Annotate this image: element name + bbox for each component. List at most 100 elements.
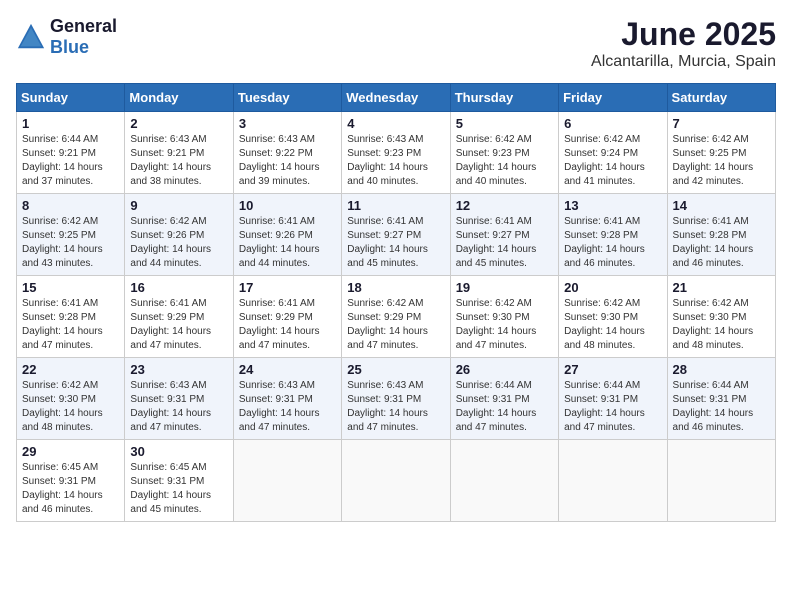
day-info: Sunrise: 6:42 AM Sunset: 9:30 PM Dayligh…: [564, 297, 661, 353]
day-number: 5: [456, 116, 553, 131]
day-number: 9: [130, 198, 227, 213]
day-info: Sunrise: 6:42 AM Sunset: 9:30 PM Dayligh…: [22, 379, 119, 435]
day-header-thursday: Thursday: [450, 84, 558, 112]
calendar-cell: 29 Sunrise: 6:45 AM Sunset: 9:31 PM Dayli…: [17, 440, 125, 522]
day-number: 12: [456, 198, 553, 213]
logo-combined: General Blue: [16, 16, 117, 58]
day-info: Sunrise: 6:41 AM Sunset: 9:28 PM Dayligh…: [564, 215, 661, 271]
day-number: 27: [564, 362, 661, 377]
calendar-cell: 26 Sunrise: 6:44 AM Sunset: 9:31 PM Dayli…: [450, 358, 558, 440]
day-info: Sunrise: 6:43 AM Sunset: 9:23 PM Dayligh…: [347, 133, 444, 189]
day-info: Sunrise: 6:42 AM Sunset: 9:23 PM Dayligh…: [456, 133, 553, 189]
logo: General Blue: [16, 16, 117, 58]
day-header-wednesday: Wednesday: [342, 84, 450, 112]
day-number: 7: [673, 116, 770, 131]
day-number: 29: [22, 444, 119, 459]
day-info: Sunrise: 6:41 AM Sunset: 9:28 PM Dayligh…: [22, 297, 119, 353]
day-number: 13: [564, 198, 661, 213]
day-info: Sunrise: 6:41 AM Sunset: 9:27 PM Dayligh…: [456, 215, 553, 271]
calendar-week-row: 8Sunrise: 6:42 AM Sunset: 9:25 PM Daylig…: [17, 194, 776, 276]
day-info: Sunrise: 6:42 AM Sunset: 9:24 PM Dayligh…: [564, 133, 661, 189]
calendar-cell: 10Sunrise: 6:41 AM Sunset: 9:26 PM Dayli…: [233, 194, 341, 276]
day-number: 4: [347, 116, 444, 131]
day-info: Sunrise: 6:44 AM Sunset: 9:31 PM Dayligh…: [456, 379, 553, 435]
day-number: 20: [564, 280, 661, 295]
calendar-cell: [559, 440, 667, 522]
calendar-cell: 23Sunrise: 6:43 AM Sunset: 9:31 PM Dayli…: [125, 358, 233, 440]
day-number: 18: [347, 280, 444, 295]
calendar-cell: 9 Sunrise: 6:42 AM Sunset: 9:26 PM Daylig…: [125, 194, 233, 276]
day-number: 30: [130, 444, 227, 459]
calendar-cell: 18 Sunrise: 6:42 AM Sunset: 9:29 PM Dayli…: [342, 276, 450, 358]
day-info: Sunrise: 6:41 AM Sunset: 9:29 PM Dayligh…: [130, 297, 227, 353]
day-info: Sunrise: 6:42 AM Sunset: 9:26 PM Dayligh…: [130, 215, 227, 271]
calendar-table: SundayMondayTuesdayWednesdayThursdayFrid…: [16, 83, 776, 522]
calendar-cell: 17Sunrise: 6:41 AM Sunset: 9:29 PM Dayli…: [233, 276, 341, 358]
header: General Blue June 2025 Alcantarilla, Mur…: [16, 16, 776, 71]
day-header-tuesday: Tuesday: [233, 84, 341, 112]
calendar-cell: 22 Sunrise: 6:42 AM Sunset: 9:30 PM Dayli…: [17, 358, 125, 440]
day-info: Sunrise: 6:44 AM Sunset: 9:21 PM Dayligh…: [22, 133, 119, 189]
day-info: Sunrise: 6:43 AM Sunset: 9:31 PM Dayligh…: [239, 379, 336, 435]
calendar-cell: 13 Sunrise: 6:41 AM Sunset: 9:28 PM Dayli…: [559, 194, 667, 276]
calendar-cell: 14 Sunrise: 6:41 AM Sunset: 9:28 PM Dayli…: [667, 194, 775, 276]
calendar-cell: 25 Sunrise: 6:43 AM Sunset: 9:31 PM Dayli…: [342, 358, 450, 440]
day-number: 1: [22, 116, 119, 131]
calendar-cell: 11 Sunrise: 6:41 AM Sunset: 9:27 PM Dayli…: [342, 194, 450, 276]
day-info: Sunrise: 6:41 AM Sunset: 9:28 PM Dayligh…: [673, 215, 770, 271]
calendar-cell: 5 Sunrise: 6:42 AM Sunset: 9:23 PM Daylig…: [450, 112, 558, 194]
day-info: Sunrise: 6:45 AM Sunset: 9:31 PM Dayligh…: [22, 461, 119, 517]
day-info: Sunrise: 6:43 AM Sunset: 9:31 PM Dayligh…: [347, 379, 444, 435]
day-info: Sunrise: 6:42 AM Sunset: 9:29 PM Dayligh…: [347, 297, 444, 353]
calendar-cell: 1 Sunrise: 6:44 AM Sunset: 9:21 PM Daylig…: [17, 112, 125, 194]
calendar-cell: 27Sunrise: 6:44 AM Sunset: 9:31 PM Dayli…: [559, 358, 667, 440]
day-number: 10: [239, 198, 336, 213]
calendar-week-row: 29 Sunrise: 6:45 AM Sunset: 9:31 PM Dayli…: [17, 440, 776, 522]
calendar-header-row: SundayMondayTuesdayWednesdayThursdayFrid…: [17, 84, 776, 112]
day-info: Sunrise: 6:44 AM Sunset: 9:31 PM Dayligh…: [673, 379, 770, 435]
day-info: Sunrise: 6:42 AM Sunset: 9:30 PM Dayligh…: [673, 297, 770, 353]
calendar-cell: 20 Sunrise: 6:42 AM Sunset: 9:30 PM Dayli…: [559, 276, 667, 358]
day-number: 2: [130, 116, 227, 131]
day-number: 25: [347, 362, 444, 377]
calendar-week-row: 15Sunrise: 6:41 AM Sunset: 9:28 PM Dayli…: [17, 276, 776, 358]
calendar-cell: 4 Sunrise: 6:43 AM Sunset: 9:23 PM Daylig…: [342, 112, 450, 194]
day-info: Sunrise: 6:45 AM Sunset: 9:31 PM Dayligh…: [130, 461, 227, 517]
calendar-cell: 21 Sunrise: 6:42 AM Sunset: 9:30 PM Dayli…: [667, 276, 775, 358]
day-number: 22: [22, 362, 119, 377]
calendar-cell: 16 Sunrise: 6:41 AM Sunset: 9:29 PM Dayli…: [125, 276, 233, 358]
day-header-saturday: Saturday: [667, 84, 775, 112]
calendar-cell: 12 Sunrise: 6:41 AM Sunset: 9:27 PM Dayli…: [450, 194, 558, 276]
location-title: Alcantarilla, Murcia, Spain: [591, 53, 776, 71]
calendar-cell: 19 Sunrise: 6:42 AM Sunset: 9:30 PM Dayli…: [450, 276, 558, 358]
day-number: 16: [130, 280, 227, 295]
calendar-cell: 30 Sunrise: 6:45 AM Sunset: 9:31 PM Dayli…: [125, 440, 233, 522]
calendar-cell: 2Sunrise: 6:43 AM Sunset: 9:21 PM Daylig…: [125, 112, 233, 194]
calendar-cell: [342, 440, 450, 522]
day-number: 26: [456, 362, 553, 377]
day-number: 21: [673, 280, 770, 295]
calendar-cell: [667, 440, 775, 522]
calendar-cell: [450, 440, 558, 522]
day-number: 6: [564, 116, 661, 131]
day-info: Sunrise: 6:43 AM Sunset: 9:31 PM Dayligh…: [130, 379, 227, 435]
day-info: Sunrise: 6:41 AM Sunset: 9:27 PM Dayligh…: [347, 215, 444, 271]
day-info: Sunrise: 6:42 AM Sunset: 9:25 PM Dayligh…: [673, 133, 770, 189]
day-number: 28: [673, 362, 770, 377]
day-number: 19: [456, 280, 553, 295]
month-title: June 2025: [591, 16, 776, 53]
day-number: 11: [347, 198, 444, 213]
day-number: 14: [673, 198, 770, 213]
day-info: Sunrise: 6:41 AM Sunset: 9:29 PM Dayligh…: [239, 297, 336, 353]
calendar-week-row: 22 Sunrise: 6:42 AM Sunset: 9:30 PM Dayli…: [17, 358, 776, 440]
calendar-cell: 15Sunrise: 6:41 AM Sunset: 9:28 PM Dayli…: [17, 276, 125, 358]
logo-general-text: General: [50, 16, 117, 36]
logo-blue-text: Blue: [50, 37, 89, 57]
calendar-cell: 7 Sunrise: 6:42 AM Sunset: 9:25 PM Daylig…: [667, 112, 775, 194]
calendar-cell: 8Sunrise: 6:42 AM Sunset: 9:25 PM Daylig…: [17, 194, 125, 276]
day-info: Sunrise: 6:42 AM Sunset: 9:30 PM Dayligh…: [456, 297, 553, 353]
calendar-cell: 24Sunrise: 6:43 AM Sunset: 9:31 PM Dayli…: [233, 358, 341, 440]
logo-icon: [16, 22, 46, 52]
day-header-monday: Monday: [125, 84, 233, 112]
calendar-week-row: 1 Sunrise: 6:44 AM Sunset: 9:21 PM Daylig…: [17, 112, 776, 194]
